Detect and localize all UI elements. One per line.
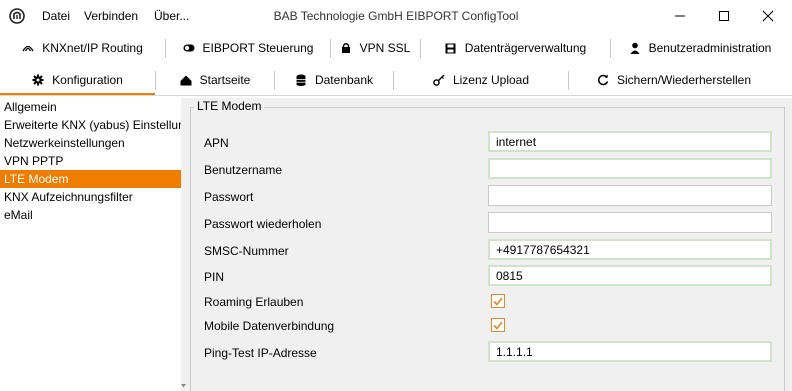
tab-eibport-steuerung[interactable]: EIBPORT Steuerung [166,34,330,62]
tab-label: Lizenz Upload [452,73,530,87]
apn-label: APN [204,136,229,150]
ping-ip-field[interactable] [488,341,772,362]
disk-icon [445,42,457,54]
sidebar-item-erweiterte-knx[interactable]: Erweiterte KNX (yabus) Einstellungen [0,116,182,134]
tab-label: Sichern/Wiederherstellen [616,73,752,87]
database-icon [295,74,307,86]
menu-file[interactable]: Datei [42,9,70,23]
tab-label: Benutzeradministration [648,41,772,55]
tab-label: EIBPORT Steuerung [202,41,314,55]
tab-label: Startseite [199,73,251,87]
tab-datenbank[interactable]: Datenbank [275,66,393,94]
toggle-icon [183,42,195,54]
tab-benutzeradministration[interactable]: Benutzeradministration [611,34,789,62]
roaming-checkbox[interactable] [491,294,505,308]
tab-sichern-wiederherstellen[interactable]: Sichern/Wiederherstellen [569,66,779,94]
backup-icon [597,74,609,86]
tab-label: KNXnet/IP Routing [42,41,143,55]
settings-sidebar: Allgemein Erweiterte KNX (yabus) Einstel… [0,98,186,391]
username-label: Benutzername [204,163,283,177]
menu-connect[interactable]: Verbinden [84,9,138,23]
checkmark-icon [493,297,503,306]
panel-title: LTE Modem [194,99,265,113]
tab-label: VPN SSL [359,41,411,55]
mobile-data-checkbox[interactable] [491,318,505,332]
password-label: Passwort [204,190,254,204]
sidebar-item-knx-filter[interactable]: KNX Aufzeichnungsfilter [0,188,182,206]
password-field[interactable] [488,185,772,206]
gear-icon [32,74,44,86]
tab-konfiguration[interactable]: Konfiguration [0,66,155,94]
sidebar-item-netzwerk[interactable]: Netzwerkeinstellungen [0,134,182,152]
pin-label: PIN [204,270,225,284]
sidebar-item-vpn-pptp[interactable]: VPN PPTP [0,152,182,170]
close-button[interactable] [750,0,786,32]
title-bar: Datei Verbinden Über... BAB Technologie … [0,0,792,32]
tab-datentraegerverwaltung[interactable]: Datenträgerverwaltung [421,34,610,62]
tab-startseite[interactable]: Startseite [156,66,274,94]
tab-row-primary: KNXnet/IP Routing EIBPORT Steuerung VPN … [0,34,792,62]
tab-lizenz-upload[interactable]: Lizenz Upload [394,66,568,94]
mobile-data-label: Mobile Datenverbindung [204,319,335,333]
tab-row-secondary: Konfiguration Startseite Datenbank Lizen… [0,66,792,94]
close-icon [762,10,774,22]
username-field[interactable] [488,158,772,179]
smsc-field[interactable] [488,239,772,260]
tab-vpn-ssl[interactable]: VPN SSL [331,34,419,62]
roaming-label: Roaming Erlauben [204,295,304,309]
maximize-icon [719,11,729,21]
app-logo-icon [8,7,26,25]
tab-label: Datenbank [314,73,374,87]
ping-label: Ping-Test IP-Adresse [204,346,317,360]
sidebar-item-email[interactable]: eMail [0,206,182,224]
tab-label: Datenträgerverwaltung [464,41,587,55]
maximize-button[interactable] [706,0,742,32]
password-repeat-label: Passwort wiederholen [204,217,322,231]
tab-label: Konfiguration [52,73,123,87]
tab-knxnet-ip-routing[interactable]: KNXnet/IP Routing [0,34,165,62]
key-icon [433,74,445,86]
lock-icon [340,42,352,54]
checkmark-icon [493,321,503,330]
home-icon [180,74,192,86]
user-icon [629,42,641,54]
apn-field[interactable] [488,131,772,152]
smsc-label: SMSC-Nummer [204,244,289,258]
sidebar-item-allgemein[interactable]: Allgemein [0,98,182,116]
minimize-button[interactable] [662,0,698,32]
menu-about[interactable]: Über... [154,9,189,23]
knx-routing-icon [22,42,34,54]
pin-field[interactable] [488,265,772,286]
lte-modem-panel: LTE Modem APN Benutzername Passwort Pass… [186,98,792,391]
sidebar-item-lte-modem[interactable]: LTE Modem [0,170,182,188]
password-repeat-field[interactable] [488,212,772,233]
minimize-icon [675,15,685,17]
